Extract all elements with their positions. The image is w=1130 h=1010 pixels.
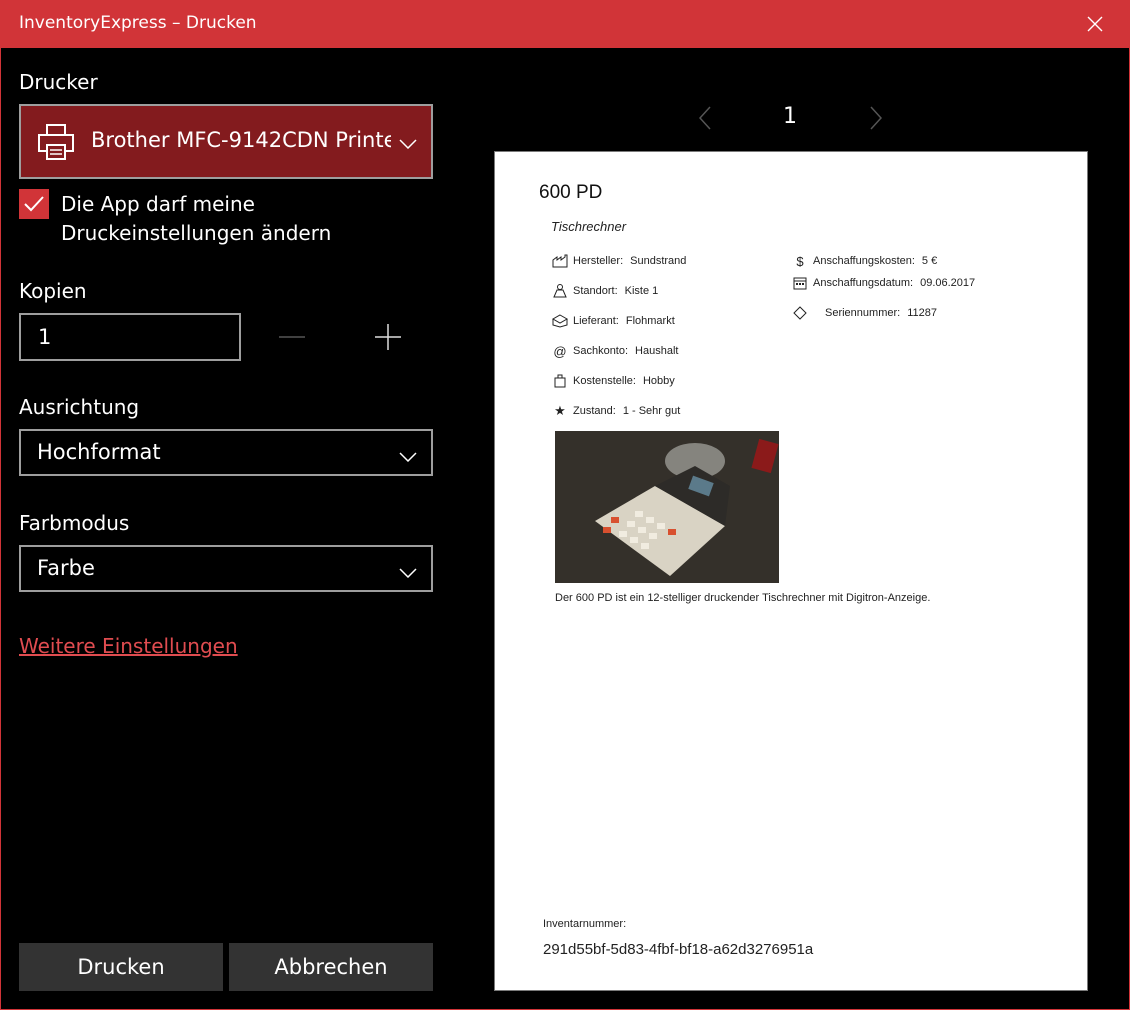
inventory-number-label: Inventarnummer: [543, 918, 627, 930]
close-icon [1087, 16, 1103, 32]
print-button[interactable]: Drucken [19, 943, 223, 991]
more-settings-link[interactable]: Weitere Einstellungen [19, 634, 238, 658]
property-location: Standort: Kiste 1 [551, 283, 658, 299]
inventory-number-value: 291d55bf-5d83-4fbf-bf18-a62d3276951a [543, 941, 814, 958]
property-acquisition-date: Anschaffungsdatum: 09.06.2017 [791, 275, 975, 291]
at-icon: @ [553, 343, 567, 359]
chevron-down-icon [399, 134, 417, 153]
printer-icon [37, 123, 75, 165]
copies-label: Kopien [19, 279, 87, 303]
checkmark-icon [24, 196, 44, 212]
property-supplier: Lieferant: Flohmarkt [551, 313, 675, 329]
item-photo [555, 431, 779, 583]
decrease-copies-button[interactable] [268, 318, 316, 356]
property-acquisition-cost: $ Anschaffungskosten: 5 € [791, 253, 937, 269]
orientation-dropdown[interactable]: Hochformat [19, 429, 433, 476]
title-bar: InventoryExpress – Drucken [0, 0, 1130, 48]
increase-copies-button[interactable] [364, 318, 412, 356]
copies-value: 1 [38, 325, 52, 349]
current-page-number: 1 [783, 104, 797, 129]
chevron-left-icon [699, 106, 711, 130]
property-manufacturer: Hersteller: Sundstrand [551, 253, 686, 269]
printer-label: Drucker [19, 70, 98, 94]
diamond-icon [791, 305, 809, 321]
chevron-down-icon [399, 563, 417, 582]
close-button[interactable] [1060, 0, 1130, 48]
window-title: InventoryExpress – Drucken [19, 13, 257, 33]
orientation-label: Ausrichtung [19, 395, 140, 419]
color-mode-label: Farbmodus [19, 511, 130, 535]
minus-icon [279, 336, 305, 338]
copies-input[interactable]: 1 [19, 313, 241, 361]
property-account: @ Sachkonto: Haushalt [551, 343, 678, 359]
previous-page-button[interactable] [690, 100, 720, 136]
property-serial-number: Seriennummer: 11287 [791, 305, 937, 321]
plus-icon [375, 324, 401, 350]
allow-app-settings-label: Die App darf meine Druckeinstellungen än… [61, 192, 332, 245]
orientation-value: Hochformat [37, 440, 161, 464]
chevron-down-icon [399, 447, 417, 466]
preview-title: 600 PD [539, 182, 603, 203]
printer-dropdown[interactable]: Brother MFC-9142CDN Printe [19, 104, 433, 179]
calendar-icon [791, 275, 809, 291]
print-preview-page: 600 PD Tischrechner Hersteller: Sundstran… [494, 151, 1088, 991]
color-mode-value: Farbe [37, 556, 95, 580]
chevron-right-icon [870, 106, 882, 130]
allow-app-settings-checkbox[interactable] [19, 189, 49, 219]
next-page-button[interactable] [861, 100, 891, 136]
preview-description: Der 600 PD ist ein 12-stelliger druckend… [555, 592, 931, 604]
cancel-button[interactable]: Abbrechen [229, 943, 433, 991]
bag-icon [551, 373, 569, 389]
person-icon [551, 283, 569, 299]
dollar-icon: $ [796, 253, 804, 269]
delivery-icon [551, 313, 569, 329]
property-cost-center: Kostenstelle: Hobby [551, 373, 675, 389]
factory-icon [551, 253, 569, 269]
star-icon: ★ [554, 403, 566, 418]
color-mode-dropdown[interactable]: Farbe [19, 545, 433, 592]
preview-subtitle: Tischrechner [551, 219, 627, 234]
property-condition: ★ Zustand: 1 - Sehr gut [551, 403, 680, 419]
printer-name: Brother MFC-9142CDN Printe [91, 128, 391, 152]
